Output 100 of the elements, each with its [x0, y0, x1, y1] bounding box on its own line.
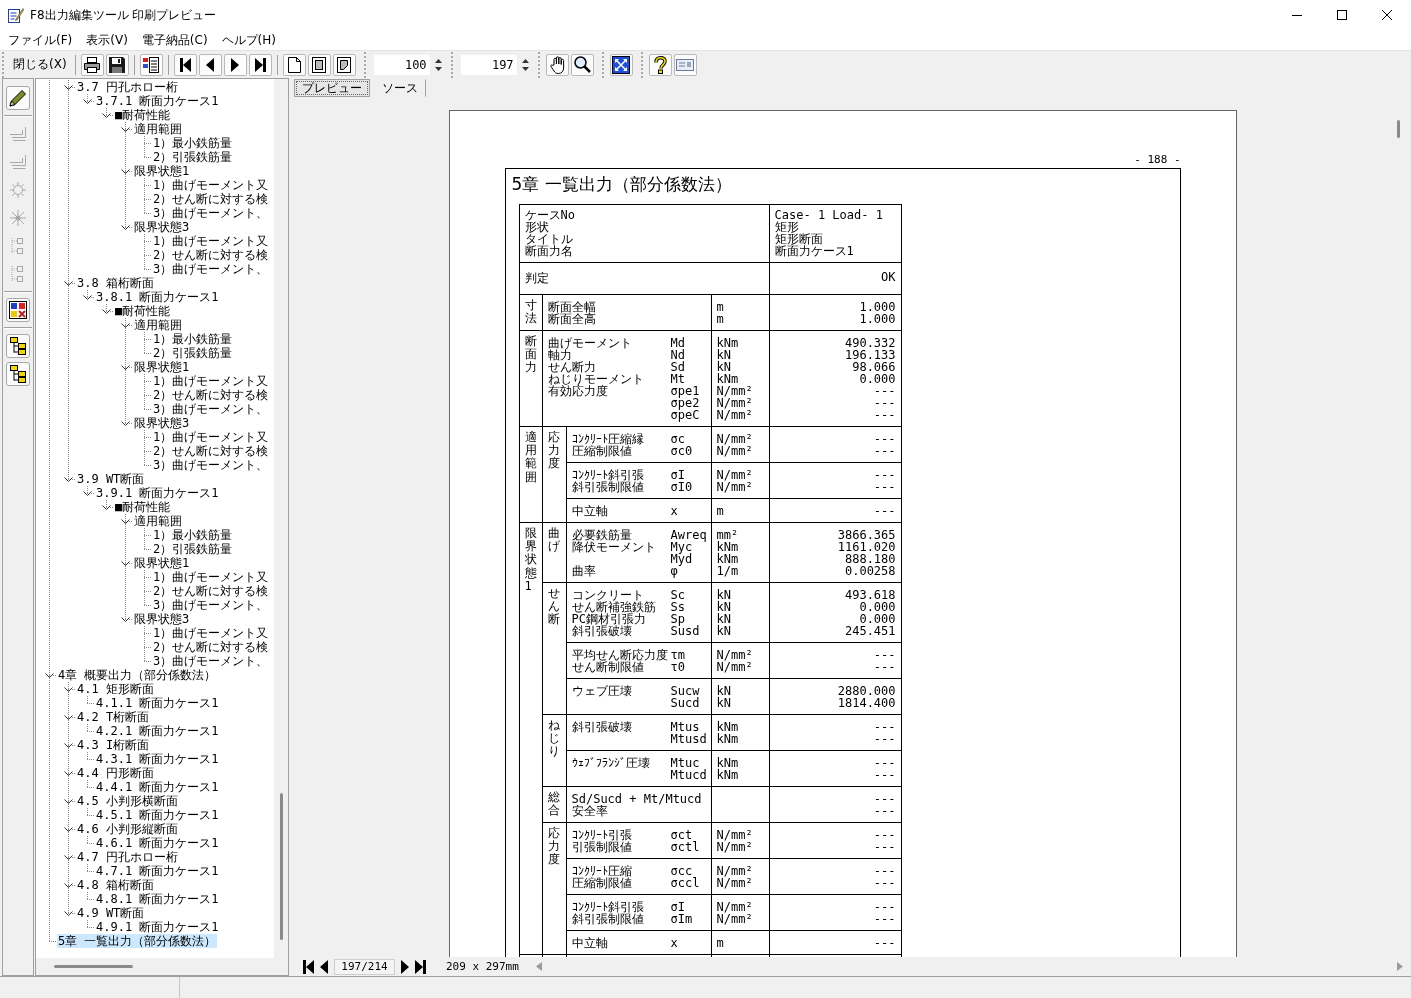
tool-button[interactable] — [6, 362, 30, 386]
tree-item[interactable]: 3.7.1 断面力ケース1 — [95, 94, 220, 108]
tree-item[interactable]: 1）最小鉄筋量 — [152, 332, 234, 346]
save-button[interactable] — [105, 53, 129, 76]
chevron-down-icon[interactable] — [45, 672, 54, 678]
menu-item[interactable]: ファイル(F) — [6, 32, 75, 48]
tab[interactable]: ソース — [374, 79, 426, 97]
zoom-button[interactable] — [570, 53, 594, 76]
tree-item[interactable]: 適用範囲 — [133, 122, 183, 136]
tree-item[interactable]: 3）曲げモーメント、 — [152, 654, 270, 668]
number-field[interactable]: 100 — [373, 54, 430, 75]
tree-item[interactable]: 4.1.1 断面力ケース1 — [95, 696, 220, 710]
tree-item[interactable]: 限界状態1 — [133, 164, 191, 178]
chevron-down-icon[interactable] — [121, 616, 130, 622]
tree-item[interactable]: 3.8.1 断面力ケース1 — [95, 290, 220, 304]
tree-item[interactable]: 3）曲げモーメント、 — [152, 206, 270, 220]
tab[interactable]: プレビュー — [294, 79, 370, 97]
menu-item[interactable]: 表示(V) — [84, 32, 130, 48]
chevron-down-icon[interactable] — [121, 224, 130, 230]
scrollbar-thumb[interactable] — [280, 793, 283, 940]
page-button[interactable] — [307, 53, 331, 76]
tree-item[interactable]: 限界状態1 — [133, 556, 191, 570]
card-button[interactable] — [673, 53, 697, 76]
chevron-down-icon[interactable] — [64, 686, 73, 692]
page-button[interactable] — [282, 53, 306, 76]
chevron-down-icon[interactable] — [64, 714, 73, 720]
tree-item[interactable]: 1）曲げモーメント又 — [152, 570, 270, 584]
tree-item[interactable]: 1）曲げモーメント又 — [152, 626, 270, 640]
chevron-down-icon[interactable] — [83, 294, 92, 300]
tree-item[interactable]: 3）曲げモーメント、 — [152, 598, 270, 612]
last-page-button[interactable] — [248, 53, 272, 76]
tree-item[interactable]: 1）曲げモーメント又 — [152, 430, 270, 444]
tool-button[interactable] — [6, 334, 30, 358]
tree-item[interactable]: ■耐荷性能 — [114, 108, 172, 122]
tree-item[interactable]: 2）引張鉄筋量 — [152, 346, 234, 360]
page-button[interactable] — [332, 53, 356, 76]
tree-item[interactable]: 4.6.1 断面力ケース1 — [95, 836, 220, 850]
tree-item[interactable]: 3.8 箱桁断面 — [76, 276, 155, 290]
tree-item[interactable]: 1）最小鉄筋量 — [152, 136, 234, 150]
tree-item[interactable]: 4.2 T桁断面 — [76, 710, 151, 724]
tree-item[interactable]: 限界状態3 — [133, 612, 191, 626]
tree-item[interactable]: 5章 一覧出力（部分係数法） — [57, 934, 218, 948]
tree-item[interactable]: 4.5.1 断面力ケース1 — [95, 808, 220, 822]
tree-item[interactable]: 1）最小鉄筋量 — [152, 528, 234, 542]
tree-item[interactable]: 3）曲げモーメント、 — [152, 402, 270, 416]
tree-item[interactable]: 4.8 箱桁断面 — [76, 878, 155, 892]
menu-item[interactable]: ヘルプ(H) — [219, 32, 278, 48]
chevron-down-icon[interactable] — [64, 84, 73, 90]
tree-item[interactable]: 2）引張鉄筋量 — [152, 542, 234, 556]
tree-item[interactable]: 4.7.1 断面力ケース1 — [95, 864, 220, 878]
tree-item[interactable]: 限界状態1 — [133, 360, 191, 374]
minimize-icon[interactable] — [1292, 14, 1302, 16]
tree-item[interactable]: 4.4 円形断面 — [76, 766, 155, 780]
tree-item[interactable]: 3.9 WT断面 — [76, 472, 146, 486]
chevron-down-icon[interactable] — [121, 168, 130, 174]
chevron-down-icon[interactable] — [64, 770, 73, 776]
triangle-right-icon[interactable] — [401, 959, 409, 974]
chevron-down-icon[interactable] — [83, 98, 92, 104]
chevron-down-icon[interactable] — [64, 882, 73, 888]
page-field[interactable]: 197/214 — [334, 958, 395, 975]
tree-item[interactable]: 3）曲げモーメント、 — [152, 458, 270, 472]
tree-item[interactable]: 3.9.1 断面力ケース1 — [95, 486, 220, 500]
chevron-down-icon[interactable] — [64, 854, 73, 860]
chevron-down-icon[interactable] — [64, 742, 73, 748]
chevron-down-icon[interactable] — [121, 560, 130, 566]
chevron-down-icon[interactable] — [121, 322, 130, 328]
tree-item[interactable]: 3）曲げモーメント、 — [152, 262, 270, 276]
chevron-down-icon[interactable] — [83, 490, 92, 496]
caret-up-icon[interactable] — [521, 58, 529, 63]
tree-item[interactable]: 4.5 小判形横断面 — [76, 794, 179, 808]
chevron-down-icon[interactable] — [102, 308, 111, 314]
tool-button[interactable] — [6, 86, 30, 110]
tree-item[interactable]: 4.8.1 断面力ケース1 — [95, 892, 220, 906]
chevron-down-icon[interactable] — [64, 280, 73, 286]
tree-item[interactable]: 4.2.1 断面力ケース1 — [95, 724, 220, 738]
tool-button[interactable] — [6, 298, 30, 322]
tree-item[interactable]: 4.9.1 断面力ケース1 — [95, 920, 220, 934]
tree-item[interactable]: 4.1 矩形断面 — [76, 682, 155, 696]
fit-button[interactable] — [609, 53, 633, 76]
chevron-down-icon[interactable] — [64, 798, 73, 804]
chevron-down-icon[interactable] — [121, 126, 130, 132]
caret-up-icon[interactable] — [434, 58, 442, 63]
scrollbar-thumb[interactable] — [1397, 120, 1400, 138]
tree-item[interactable]: 4.6 小判形縦断面 — [76, 822, 179, 836]
tree-item[interactable]: 適用範囲 — [133, 318, 183, 332]
caret-down-icon[interactable] — [434, 66, 442, 71]
tree-item[interactable]: 限界状態3 — [133, 220, 191, 234]
close-button[interactable]: 閉じる(X) — [9, 53, 71, 76]
export-button[interactable] — [139, 53, 163, 76]
first-page-button[interactable] — [173, 53, 197, 76]
chevron-down-icon[interactable] — [102, 504, 111, 510]
chevron-down-icon[interactable] — [121, 420, 130, 426]
chevron-down-icon[interactable] — [64, 910, 73, 916]
triangle-left-icon[interactable] — [320, 959, 328, 974]
tree-item[interactable]: 4.4.1 断面力ケース1 — [95, 780, 220, 794]
skip-forward-icon[interactable] — [415, 959, 426, 974]
print-button[interactable] — [80, 53, 104, 76]
tree-item[interactable]: 3.7 円孔ホロー桁 — [76, 80, 179, 94]
scrollbar-thumb[interactable] — [54, 965, 133, 968]
tree-item[interactable]: ■耐荷性能 — [114, 304, 172, 318]
